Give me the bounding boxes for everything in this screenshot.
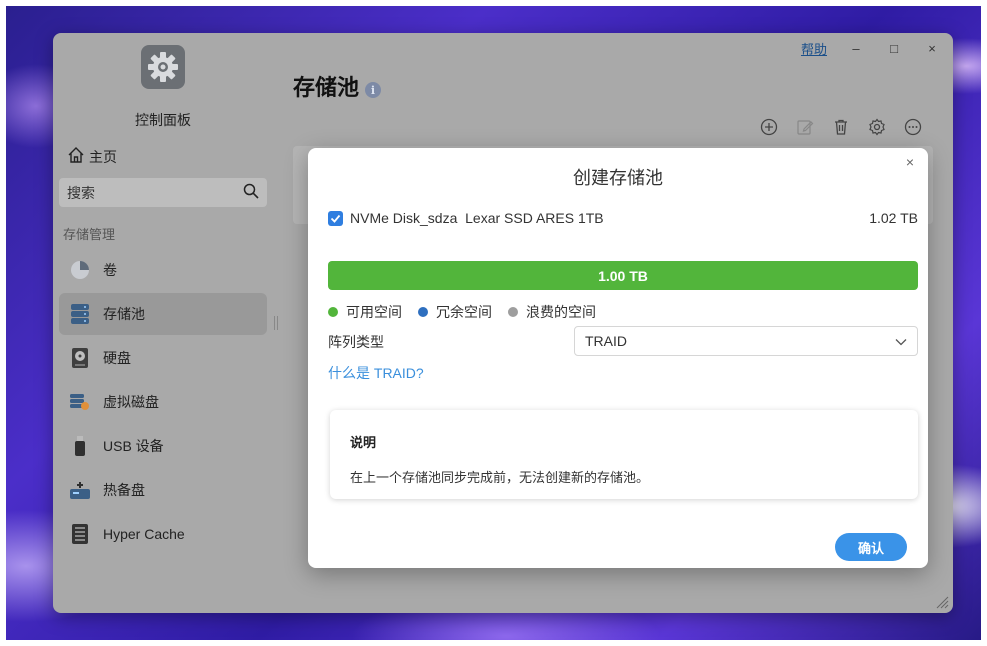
page-title-text: 存储池 — [293, 75, 360, 100]
legend-item-redundant: 冗余空间 — [418, 302, 492, 322]
sidebar-item-hot-spare[interactable]: 热备盘 — [59, 469, 267, 511]
note-title: 说明 — [350, 435, 377, 450]
add-icon[interactable] — [759, 117, 779, 137]
window-controls: 帮助 – □ × — [801, 39, 941, 58]
array-type-select[interactable]: TRAID — [574, 326, 918, 356]
legend-dot-wasted — [508, 307, 518, 317]
sidebar-resize-handle[interactable] — [274, 316, 278, 330]
search-input[interactable]: 搜索 — [59, 178, 267, 207]
sidebar-item-hard-disk[interactable]: 硬盘 — [59, 337, 267, 379]
array-type-label: 阵列类型 — [328, 334, 384, 350]
legend-dot-redundant — [418, 307, 428, 317]
sidebar-item-usb[interactable]: USB 设备 — [59, 425, 267, 467]
help-link[interactable]: 帮助 — [801, 39, 827, 58]
edit-icon[interactable] — [795, 117, 815, 137]
legend-dot-available — [328, 307, 338, 317]
hard-disk-icon — [69, 347, 91, 369]
settings-icon[interactable] — [867, 117, 887, 137]
sidebar-item-label: 存储池 — [103, 306, 145, 322]
database-icon — [69, 303, 91, 325]
sidebar-item-volume[interactable]: 卷 — [59, 249, 267, 291]
info-icon[interactable]: i — [365, 82, 382, 98]
home-icon — [67, 146, 85, 167]
legend-label: 冗余空间 — [436, 304, 492, 320]
window-resize-grip-icon[interactable] — [935, 595, 949, 609]
sidebar-item-label: 热备盘 — [103, 482, 145, 498]
search-icon[interactable] — [243, 183, 259, 202]
pie-chart-icon — [69, 259, 91, 281]
disk-checkbox[interactable] — [328, 210, 343, 226]
confirm-button[interactable]: 确认 — [835, 533, 907, 561]
toolbar — [759, 117, 923, 137]
page-title: 存储池 i — [293, 70, 382, 102]
ssd-cache-icon — [69, 523, 91, 545]
legend-item-wasted: 浪费的空间 — [508, 302, 596, 322]
create-storage-pool-dialog: × 创建存储池 NVMe Disk_sdza Lexar SSD ARES 1T… — [308, 148, 928, 568]
close-button[interactable]: × — [923, 41, 941, 56]
sidebar-item-hyper-cache[interactable]: Hyper Cache — [59, 513, 267, 555]
section-label-storage: 存储管理 — [63, 227, 116, 242]
array-type-value: TRAID — [585, 333, 627, 349]
sidebar-item-label: USB 设备 — [103, 438, 164, 454]
capacity-bar-label: 1.00 TB — [598, 267, 648, 284]
note-text: 在上一个存储池同步完成前，无法创建新的存储池。 — [350, 470, 650, 485]
legend-label: 可用空间 — [346, 304, 402, 320]
dialog-title: 创建存储池 — [573, 168, 663, 188]
hot-spare-icon — [69, 479, 91, 501]
control-panel-title: 控制面板 — [135, 112, 191, 128]
sidebar-item-label: Hyper Cache — [103, 526, 185, 542]
disk-row: NVMe Disk_sdza Lexar SSD ARES 1TB 1.02 T… — [328, 210, 918, 226]
disk-size: 1.02 TB — [869, 210, 918, 226]
what-is-traid-link[interactable]: 什么是 TRAID? — [328, 363, 424, 383]
usb-drive-icon — [69, 435, 91, 457]
more-icon[interactable] — [903, 117, 923, 137]
sidebar-item-label: 虚拟磁盘 — [103, 394, 159, 410]
sidebar-item-storage-pool[interactable]: 存储池 — [59, 293, 267, 335]
sidebar: 控制面板 主页 搜索 存储管理 卷 存储池 硬盘 虚拟磁盘 USB 设备 热备盘… — [53, 33, 279, 613]
virtual-disk-icon — [69, 391, 91, 413]
maximize-button[interactable]: □ — [885, 41, 903, 56]
sidebar-item-label: 硬盘 — [103, 350, 131, 366]
legend-label: 浪费的空间 — [526, 304, 596, 320]
delete-icon[interactable] — [831, 117, 851, 137]
sidebar-home[interactable]: 主页 — [67, 146, 117, 167]
home-label: 主页 — [89, 148, 117, 165]
sidebar-item-label: 卷 — [103, 262, 117, 278]
sidebar-item-virtual-disk[interactable]: 虚拟磁盘 — [59, 381, 267, 423]
disk-name: NVMe Disk_sdza Lexar SSD ARES 1TB — [350, 210, 604, 226]
capacity-legend: 可用空间 冗余空间 浪费的空间 — [328, 302, 604, 322]
note-card: 说明 在上一个存储池同步完成前，无法创建新的存储池。 — [330, 410, 918, 499]
search-placeholder: 搜索 — [67, 184, 95, 201]
minimize-button[interactable]: – — [847, 41, 865, 56]
capacity-bar: 1.00 TB — [328, 261, 918, 290]
legend-item-available: 可用空间 — [328, 302, 402, 322]
control-panel-gear-icon — [141, 45, 185, 89]
chevron-down-icon — [895, 333, 907, 349]
